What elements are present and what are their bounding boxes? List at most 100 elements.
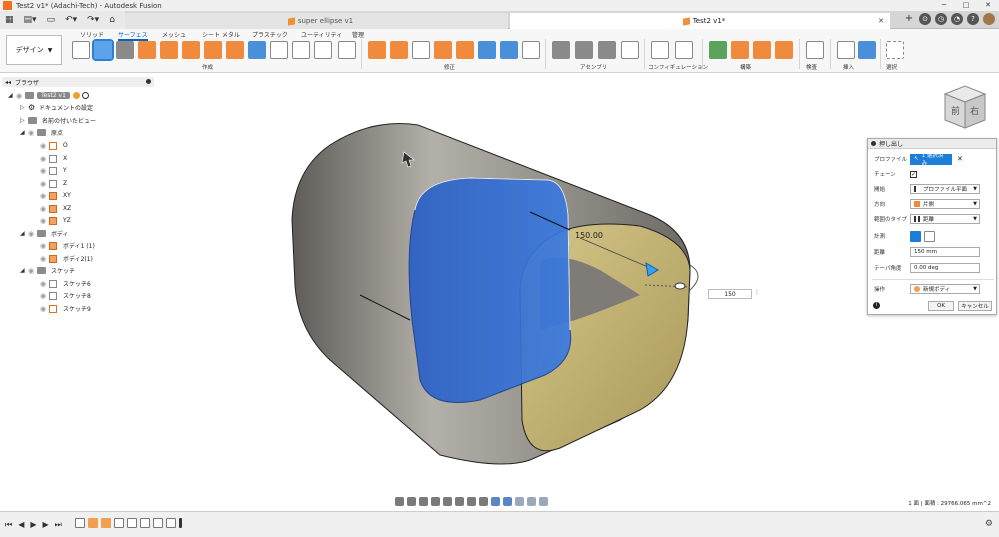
go-to-start-icon[interactable]: ⏮	[5, 520, 12, 530]
maximize-button[interactable]: □	[955, 0, 977, 11]
expand-triangle-icon[interactable]: ▷	[20, 117, 28, 124]
chain-checkbox[interactable]: ✓	[910, 170, 917, 178]
home-icon[interactable]: ⌂	[109, 15, 115, 25]
save-icon[interactable]: ▭	[47, 15, 56, 25]
undo-icon[interactable]: ↶▾	[65, 15, 77, 25]
trim-icon[interactable]	[412, 41, 430, 59]
measure-whole-icon[interactable]	[924, 230, 935, 242]
extensions-icon[interactable]: ⊙	[919, 13, 931, 25]
info-icon[interactable]: i	[873, 302, 880, 309]
file-menu-icon[interactable]: ▤▾	[24, 15, 37, 25]
select-icon[interactable]	[886, 41, 904, 59]
visibility-eye-icon[interactable]: ◉	[40, 280, 49, 288]
loft-icon[interactable]	[160, 41, 178, 59]
measure-icon[interactable]	[806, 41, 824, 59]
insert-canvas-icon[interactable]	[858, 41, 876, 59]
play-icon[interactable]: ▶	[30, 520, 36, 530]
sidebar-item-bodies[interactable]: ◢ ◉ ボディ	[20, 228, 71, 239]
redo-icon[interactable]: ↷▾	[87, 15, 99, 25]
extrude-icon[interactable]	[92, 39, 114, 61]
stitch-icon[interactable]	[456, 41, 474, 59]
sketch-item-9[interactable]: ◉ スケッチ9	[40, 303, 93, 314]
revolve-icon[interactable]	[116, 41, 134, 59]
thicken-icon[interactable]	[248, 41, 266, 59]
dialog-header[interactable]: 押し出し	[868, 139, 996, 149]
viewports-icon[interactable]	[479, 496, 488, 506]
tab-utilities[interactable]: ユーティリティ	[301, 30, 342, 39]
new-tab-icon[interactable]: +	[903, 13, 915, 25]
app-grid-icon[interactable]: ▦	[5, 15, 14, 25]
pin-icon[interactable]	[146, 79, 151, 84]
visibility-eye-icon[interactable]: ◉	[40, 292, 49, 300]
sidebar-item-sketches[interactable]: ◢ ◉ スケッチ	[20, 265, 77, 276]
start-dropdown[interactable]: プロファイル平面 ▼	[910, 184, 980, 194]
visibility-eye-icon[interactable]: ◉	[16, 92, 25, 100]
distance-input[interactable]: 150 mm	[910, 247, 980, 257]
profile-select-button[interactable]: ↖ 1 選択済み	[910, 153, 952, 167]
sidebar-item-document-settings[interactable]: ▷ ⚙ ドキュメントの設定	[20, 102, 95, 113]
collapse-triangle-icon[interactable]: ◢	[8, 92, 16, 99]
visibility-eye-icon[interactable]: ◉	[40, 192, 49, 200]
zoom-icon[interactable]	[431, 496, 440, 506]
tab-sheet-metal[interactable]: シート メタル	[202, 30, 240, 39]
tangent-plane-icon[interactable]	[753, 41, 771, 59]
group-inspect-label[interactable]: 検査	[806, 63, 817, 71]
body-item-1[interactable]: ◉ ボディ1 (1)	[40, 240, 97, 251]
sidebar-item-origin[interactable]: ◢ ◉ 原点	[20, 127, 65, 138]
ruled-icon[interactable]	[204, 41, 222, 59]
group-configure-label[interactable]: コンフィギュレーション	[648, 63, 708, 71]
tab-plastic[interactable]: プラスチック	[252, 30, 288, 39]
tab-solid[interactable]: ソリッド	[80, 30, 104, 39]
sketch-item-6[interactable]: ◉ スケッチ6	[40, 278, 93, 289]
sweep-icon[interactable]	[138, 41, 156, 59]
insert-derive-icon[interactable]	[837, 41, 855, 59]
orbit-icon[interactable]	[395, 496, 404, 506]
user-avatar[interactable]	[983, 13, 995, 25]
move-copy-icon[interactable]	[522, 41, 540, 59]
origin-item-xz[interactable]: ◉ XZ	[40, 203, 73, 214]
offset-icon[interactable]	[226, 41, 244, 59]
job-status-icon[interactable]: ◷	[935, 13, 947, 25]
timeline-sketch-icon[interactable]	[114, 518, 124, 528]
zoom-window-icon[interactable]	[443, 496, 452, 506]
more-options-icon[interactable]: ⋮	[754, 289, 760, 296]
offset-plane-icon[interactable]	[709, 41, 727, 59]
step-back-icon[interactable]: ◀	[18, 520, 24, 530]
visibility-eye-icon[interactable]: ◉	[40, 155, 49, 163]
origin-item-x[interactable]: ◉ X	[40, 153, 69, 164]
notifications-icon[interactable]: ◔	[951, 13, 963, 25]
visibility-eye-icon[interactable]: ◉	[40, 242, 49, 250]
group-assemble-label[interactable]: アセンブリ	[580, 63, 607, 71]
tab-super-ellipse[interactable]: super ellipse v1	[125, 13, 508, 29]
new-component-icon[interactable]	[552, 41, 570, 59]
visibility-eye-icon[interactable]: ◉	[40, 180, 49, 188]
timeline-sketch-icon[interactable]	[127, 518, 137, 528]
close-window-button[interactable]: ✕	[977, 0, 999, 11]
configure-icon[interactable]	[651, 41, 669, 59]
group-modify-label[interactable]: 修正	[444, 63, 455, 71]
view-mode-3-icon[interactable]	[515, 496, 524, 506]
patch-icon[interactable]	[182, 41, 200, 59]
display-settings-icon[interactable]	[455, 496, 464, 506]
gear-icon[interactable]: ⚙	[985, 519, 993, 529]
joint-origin-icon[interactable]	[621, 41, 639, 59]
timeline-move-icon[interactable]	[153, 518, 163, 528]
timeline-extrude-icon[interactable]	[88, 518, 98, 528]
press-pull-icon[interactable]	[368, 41, 386, 59]
as-built-joint-icon[interactable]	[598, 41, 616, 59]
tab-manage[interactable]: 管理	[352, 30, 364, 39]
direction-dropdown[interactable]: 片側 ▼	[910, 199, 980, 209]
visibility-eye-icon[interactable]: ◉	[40, 305, 49, 313]
operation-dropdown[interactable]: 新規ボディ ▼	[910, 284, 980, 294]
joint-icon[interactable]	[575, 41, 593, 59]
extent-dropdown[interactable]: 距離 ▼	[910, 214, 980, 224]
measure-symmetric-icon[interactable]	[910, 230, 921, 242]
visibility-eye-icon[interactable]: ◉	[40, 205, 49, 213]
group-select-label[interactable]: 選択	[886, 63, 897, 71]
browser-root[interactable]: ◢ ◉ Test2 v1	[8, 90, 89, 101]
timeline-marker[interactable]	[179, 518, 182, 528]
viewcube-right-label[interactable]: 右	[970, 105, 979, 117]
collapse-triangle-icon[interactable]: ◢	[20, 129, 28, 136]
close-tab-icon[interactable]: ✕	[878, 17, 884, 25]
spline-icon[interactable]	[338, 41, 356, 59]
